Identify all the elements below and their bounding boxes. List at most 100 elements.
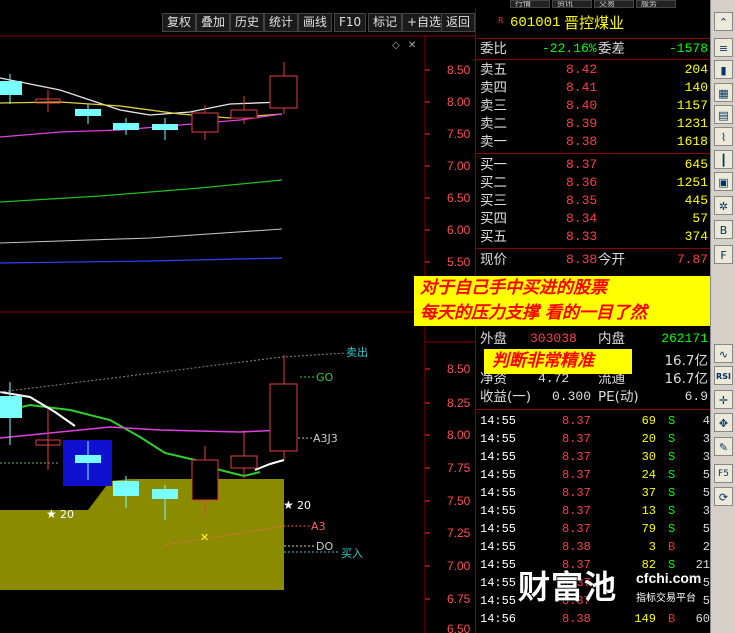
chart-toolbar: 复权 叠加 历史 统计 画线 F10 标记 +自选 返回 [0, 0, 476, 32]
candle-icon[interactable]: ┃ [714, 150, 733, 169]
candle [230, 109, 258, 119]
tab-zixun[interactable]: 资讯 [552, 0, 592, 8]
tab-jiaoyi[interactable]: 交易 [594, 0, 634, 8]
axis-tick: 8.00 [447, 95, 471, 109]
wave-icon[interactable]: ∿ [714, 344, 733, 363]
f10-button[interactable]: F10 [334, 13, 367, 32]
tick-row[interactable]: 14:55 8.37 30 S 3 [478, 448, 710, 466]
diejia-button[interactable]: 叠加 [196, 13, 231, 32]
move-icon[interactable]: ✥ [714, 413, 733, 432]
lower-magenta-line [0, 426, 283, 439]
tick-row[interactable]: 14:55 8.38 3 B 2 [478, 538, 710, 556]
axis-tick: 6.50 [447, 191, 471, 205]
eps-row: 收益(一) 0.300 PE(动) 6.9 [480, 389, 708, 405]
sun-icon[interactable]: ✲ [714, 196, 733, 215]
candle [113, 481, 139, 496]
tick-row[interactable]: 14:55 8.37 24 S 5 [478, 466, 710, 484]
close-icon[interactable]: ✕ [408, 40, 416, 51]
axis-tick: 8.25 [447, 396, 471, 410]
candle [269, 75, 298, 109]
weibi-value: -22.16% [542, 41, 597, 56]
candle [152, 124, 178, 130]
buy-row[interactable]: 买一 8.37 645 [478, 156, 710, 174]
candle [0, 81, 22, 95]
axis-tick: 7.75 [447, 461, 471, 475]
chart-icon[interactable]: ⌇ [714, 127, 733, 146]
sell-row[interactable]: 卖四 8.41 140 [478, 79, 710, 97]
promo-line-2: 每天的压力支撑 看的一目了然 [414, 300, 730, 326]
candle [0, 396, 22, 418]
weibi-label: 委比 [480, 41, 507, 57]
diamond-icon[interactable]: ◇ [392, 40, 400, 51]
buy-row[interactable]: 买三 8.35 445 [478, 192, 710, 210]
weicha-label: 委差 [598, 41, 625, 57]
f-icon[interactable]: F [714, 245, 733, 264]
outer-inner-row: 外盘 303038 内盘 262171 [480, 331, 708, 347]
axis-tick: 7.00 [447, 159, 471, 173]
tick-row[interactable]: 14:55 8.37 69 S 4 [478, 412, 710, 430]
stock-header: R 601001 晋控煤业 [478, 14, 710, 36]
pen-icon[interactable]: ✎ [714, 437, 733, 456]
ma-grey-line [0, 228, 283, 244]
axis-tick: 8.50 [447, 63, 471, 77]
sell-row[interactable]: 卖三 8.40 1157 [478, 97, 710, 115]
weicha-value: -1578 [668, 41, 708, 56]
rights-badge: R [498, 16, 504, 25]
fuquan-button[interactable]: 复权 [162, 13, 197, 32]
candle [152, 489, 178, 499]
axis-tick: 7.00 [447, 559, 471, 573]
tick-row[interactable]: 14:56 8.38 149 B 60 [478, 610, 710, 628]
biaoji-button[interactable]: 标记 [368, 13, 403, 32]
tick-row[interactable]: 14:55 8.37 37 S 5 [478, 484, 710, 502]
rsi-icon[interactable]: RSI [714, 366, 733, 385]
back-button[interactable]: 返回 [441, 13, 476, 32]
lower-price-axis: 8.50 8.25 8.00 7.75 7.50 7.25 7.00 6.75 … [447, 362, 471, 633]
buy-row[interactable]: 买二 8.36 1251 [478, 174, 710, 192]
table-icon[interactable]: ▤ [714, 105, 733, 124]
inner-volume: 262171 [661, 331, 708, 346]
tick-row[interactable]: 14:55 8.37 13 S 3 [478, 502, 710, 520]
b-icon[interactable]: B [714, 220, 733, 239]
upper-price-axis: 8.50 8.00 7.50 7.00 6.50 6.00 5.50 [447, 63, 471, 269]
tab-fuwu[interactable]: 服务 [636, 0, 676, 8]
buy-row[interactable]: 买五 8.33 374 [478, 228, 710, 246]
book-icon[interactable]: ▣ [714, 172, 733, 191]
candle [113, 123, 139, 130]
stock-code: 601001 [510, 15, 561, 31]
bar-icon[interactable]: ▮ [714, 60, 733, 79]
axis-tick: 6.75 [447, 592, 471, 606]
outer-volume: 303038 [530, 331, 577, 346]
now-price-row: 现价 8.38 今开 7.87 [480, 252, 708, 268]
list-icon[interactable]: ≡ [714, 38, 733, 57]
buy-row[interactable]: 买四 8.34 57 [478, 210, 710, 228]
lishi-button[interactable]: 历史 [230, 13, 265, 32]
sell-line-label: 卖出 [346, 345, 368, 359]
kline-chart[interactable]: ◇ ✕ 8.50 8.00 7.50 7.00 6.50 6.00 5.50 8… [0, 32, 475, 633]
promo-line-1: 对于自己手中买进的股票 [414, 276, 720, 300]
sell-row[interactable]: 卖五 8.42 204 [478, 61, 710, 79]
ma-green-line [0, 179, 283, 203]
tick-row[interactable]: 14:55 8.37 20 S 3 [478, 430, 710, 448]
refresh-icon[interactable]: ⟳ [714, 487, 733, 506]
star-icon: ★ [283, 498, 294, 512]
f5-icon[interactable]: F5 [714, 464, 733, 483]
candle [230, 455, 258, 469]
watermark-subtitle: 指标交易平台 [636, 593, 696, 604]
a3-label: A3 [311, 520, 326, 533]
tick-row[interactable]: 14:55 8.37 79 S 5 [478, 520, 710, 538]
add-watch-button[interactable]: +自选 [402, 13, 447, 32]
up-icon[interactable]: ⌃ [714, 12, 733, 31]
candle [191, 112, 219, 133]
sell-row[interactable]: 卖一 8.38 1618 [478, 133, 710, 151]
tab-hangqing[interactable]: 行情 [510, 0, 550, 8]
cross-mark-icon: ✕ [200, 531, 209, 544]
star-left-label: 20 [60, 508, 74, 521]
stock-name: 晋控煤业 [564, 14, 625, 32]
weibi-row: 委比 -22.16% 委差 -1578 [478, 40, 710, 58]
candle [191, 459, 219, 501]
huaxian-button[interactable]: 画线 [298, 13, 333, 32]
cross-icon[interactable]: ✛ [714, 390, 733, 409]
grid-icon[interactable]: ▦ [714, 83, 733, 102]
sell-row[interactable]: 卖二 8.39 1231 [478, 115, 710, 133]
tongji-button[interactable]: 统计 [264, 13, 299, 32]
